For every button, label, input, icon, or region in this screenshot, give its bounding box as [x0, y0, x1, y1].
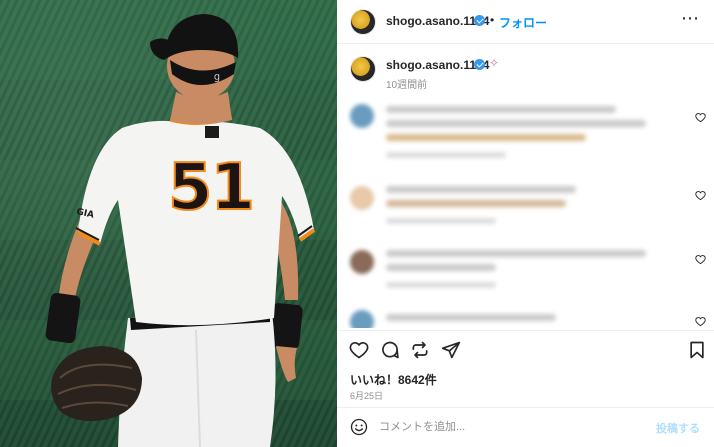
blurred-comment-text	[386, 264, 496, 271]
like-count[interactable]: いいね！8642件	[350, 371, 437, 388]
comment-like-heart-icon[interactable]	[695, 112, 706, 123]
baseball-glove	[51, 346, 142, 422]
comment-item	[337, 100, 714, 160]
jersey-number: 51	[167, 151, 256, 225]
commenter-avatar[interactable]	[350, 186, 374, 210]
blurred-comment-meta	[386, 218, 496, 224]
blurred-comment-text	[386, 200, 566, 207]
comment-input[interactable]	[379, 417, 649, 437]
author-avatar[interactable]	[350, 9, 376, 35]
separator-dot: •	[490, 13, 495, 27]
verified-badge-icon	[474, 15, 485, 26]
commenter-avatar[interactable]	[350, 104, 374, 128]
emoji-icon[interactable]	[350, 418, 368, 436]
blurred-comment-text	[386, 186, 576, 193]
post-details-panel: shogo.asano.1124 • フォロー ⋯ shogo.asano.11…	[337, 0, 714, 447]
commenter-avatar[interactable]	[350, 310, 374, 328]
comment-icon[interactable]	[380, 340, 400, 360]
caption-author-avatar[interactable]	[350, 56, 376, 82]
follow-button[interactable]: フォロー	[499, 14, 547, 31]
share-icon[interactable]	[410, 340, 430, 360]
caption-timestamp: 10週間前	[386, 80, 428, 91]
comment-item	[337, 246, 714, 306]
blurred-comment-text	[386, 120, 646, 127]
heart-icon[interactable]	[349, 340, 369, 360]
comment-like-heart-icon[interactable]	[695, 190, 706, 201]
post-caption: shogo.asano.1124 ✧ 10週間前	[337, 44, 714, 100]
svg-text:Ɡ: Ɡ	[214, 73, 220, 82]
blurred-comment-text	[386, 250, 646, 257]
bookmark-icon[interactable]	[687, 340, 707, 360]
post-date[interactable]: 6月25日	[350, 389, 383, 402]
blurred-comment-text	[386, 134, 586, 141]
caption-verified-badge-icon	[474, 59, 485, 70]
post-comment-button[interactable]: 投稿する	[656, 420, 700, 436]
comment-like-heart-icon[interactable]	[695, 254, 706, 265]
comment-item	[337, 306, 714, 328]
blurred-comment-text	[386, 314, 556, 321]
post-header: shogo.asano.1124 • フォロー ⋯	[337, 0, 714, 44]
blurred-comment-meta	[386, 152, 506, 158]
blurred-comment-text	[386, 106, 616, 113]
comment-like-heart-icon[interactable]	[695, 316, 706, 327]
more-horizontal-icon[interactable]: ⋯	[681, 8, 700, 29]
comments-list[interactable]	[337, 100, 714, 328]
send-icon[interactable]	[441, 340, 461, 360]
sparkle-emoji-icon: ✧	[489, 56, 500, 70]
post-photo[interactable]: Ɡ GIA 51	[0, 0, 337, 447]
comment-item	[337, 182, 714, 242]
add-comment-bar: 投稿する	[337, 407, 714, 447]
commenter-avatar[interactable]	[350, 250, 374, 274]
blurred-comment-meta	[386, 282, 496, 288]
